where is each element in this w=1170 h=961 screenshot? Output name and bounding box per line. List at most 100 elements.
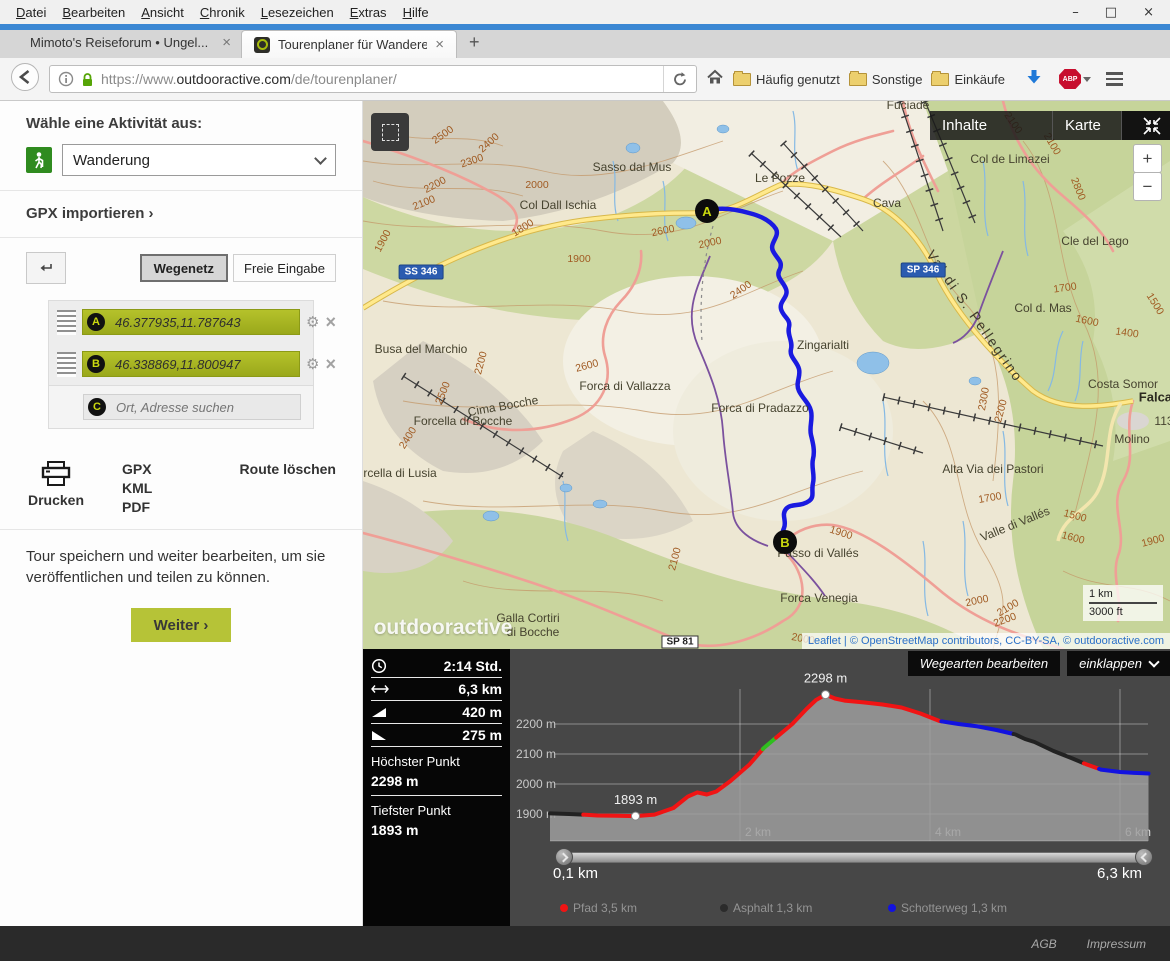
distance-arrow-icon [371,684,393,694]
browser-menu-button[interactable] [1106,72,1123,86]
print-label: Drucken [28,492,84,508]
descent-icon [371,728,393,742]
slider-min-label: 0,1 km [553,865,598,882]
map-marker-b[interactable]: B [773,530,797,554]
profile-range-slider[interactable] [560,852,1148,863]
stat-ascent: 420 m [371,701,502,724]
elevation-chart[interactable]: 2200 m2100 m2000 m1900 m2 km4 km6 km1893… [510,649,1170,926]
adblock-button[interactable]: ABP [1059,69,1091,89]
slider-handle-left[interactable] [555,848,573,866]
slider-max-label: 6,3 km [1097,865,1142,882]
collapse-map-button[interactable] [1122,111,1170,140]
bookmark-haeufig-genutzt[interactable]: Häufig genutzt [733,72,840,87]
folder-icon [931,73,949,86]
zoom-in-button[interactable]: + [1133,144,1162,173]
menu-datei[interactable]: Datei [8,2,54,23]
waypoint-a-field[interactable]: A [82,309,300,335]
gear-icon[interactable]: ⚙ [306,313,319,331]
remove-waypoint-icon[interactable]: × [325,315,336,329]
drag-handle-icon[interactable] [57,310,76,335]
page-content: Wähle eine Aktivität aus: Wanderung GPX … [0,101,1170,926]
agb-link[interactable]: AGB [1031,937,1056,951]
map-canvas[interactable] [363,101,1170,649]
bookmark-einkaeufe[interactable]: Einkäufe [931,72,1005,87]
legend-dot [720,904,728,912]
weiter-button[interactable]: Weiter › [131,608,231,642]
new-tab-button[interactable]: + [457,32,492,58]
select-area-button[interactable] [371,113,409,151]
karte-button[interactable]: Karte [1053,111,1122,140]
remove-waypoint-icon[interactable]: × [325,357,336,371]
waypoint-a-input[interactable] [113,314,295,331]
print-button[interactable]: Drucken [26,461,86,515]
waypoint-b-field[interactable]: B [82,351,300,377]
legend-dot [560,904,568,912]
printer-icon [41,461,71,487]
map[interactable]: FuciadeSasso dal MusCol Dall IschiaLe Po… [363,101,1170,649]
downloads-button[interactable] [1026,69,1042,90]
lowest-point-label: Tiefster Punkt [371,803,502,818]
undo-button[interactable] [26,252,66,284]
close-button[interactable]: × [1143,5,1154,20]
delete-route-link[interactable]: Route löschen [240,461,336,515]
window-controls: – □ × [1072,5,1170,20]
navigation-toolbar: https://www.outdooractive.com/de/tourenp… [0,58,1170,101]
freie-eingabe-button[interactable]: Freie Eingabe [233,254,336,282]
edit-waytypes-button[interactable]: Wegearten bearbeiten [908,651,1060,676]
impressum-link[interactable]: Impressum [1087,937,1146,951]
tab-tourenplaner[interactable]: Tourenplaner für Wandere... × [241,30,457,58]
zoom-out-button[interactable]: − [1133,172,1162,201]
pdf-export-link[interactable]: PDF [122,499,152,515]
drag-handle-icon[interactable] [57,352,76,377]
maximize-button[interactable]: □ [1105,5,1117,20]
menu-lesezeichen[interactable]: Lesezeichen [253,2,342,23]
tab-close-icon[interactable]: × [222,34,231,51]
gpx-import-link[interactable]: GPX importieren › [26,205,154,222]
tab-close-icon[interactable]: × [435,36,444,53]
inhalte-button[interactable]: Inhalte [930,111,1053,140]
wegenetz-button[interactable]: Wegenetz [140,254,228,282]
url-bar[interactable]: https://www.outdooractive.com/de/tourenp… [49,65,697,93]
page-info-icon[interactable] [58,71,74,87]
waypoint-b-badge: B [87,355,105,373]
collapse-profile-button[interactable]: einklappen [1067,651,1170,676]
menu-chronik[interactable]: Chronik [192,2,253,23]
chevron-down-icon [314,152,327,165]
kml-export-link[interactable]: KML [122,480,152,496]
tab-reiseforum[interactable]: Mimoto's Reiseforum • Ungel... × [20,34,241,58]
menu-extras[interactable]: Extras [342,2,395,23]
secure-lock-icon[interactable] [81,72,94,87]
waypoint-b-input[interactable] [113,356,295,373]
gear-icon[interactable]: ⚙ [306,355,319,373]
map-attribution[interactable]: Leaflet | © OpenStreetMap contributors, … [802,633,1170,649]
minimize-button[interactable]: – [1072,5,1079,20]
waypoint-c-field[interactable]: C [83,394,301,420]
menu-ansicht[interactable]: Ansicht [133,2,192,23]
activity-select-value: Wanderung [73,152,150,169]
activity-section: Wähle eine Aktivität aus: Wanderung [0,101,362,191]
elevation-profile-panel: 2:14 Std. 6,3 km 420 m 275 m Höchster [363,649,1170,926]
back-button[interactable] [10,62,40,97]
reload-button[interactable] [663,66,696,92]
collapse-arrows-icon [1143,117,1161,135]
outdooractive-favicon [254,37,270,53]
gpx-export-link[interactable]: GPX [122,461,152,477]
waypoint-row-b: B ⚙ × [49,343,313,385]
svg-text:2100 m: 2100 m [516,747,556,761]
waypoint-c-input[interactable] [114,399,296,416]
activity-select[interactable]: Wanderung [62,144,336,176]
legend-dot [888,904,896,912]
ascent-icon [371,705,393,719]
caret-down-icon [1083,77,1091,82]
url-text[interactable]: https://www.outdooractive.com/de/tourenp… [101,71,656,87]
map-marker-a[interactable]: A [695,199,719,223]
footer-bar: AGB Impressum [0,926,1170,961]
home-button[interactable] [706,69,724,90]
menu-bearbeiten[interactable]: Bearbeiten [54,2,133,23]
bookmark-sonstige[interactable]: Sonstige [849,72,923,87]
svg-text:2000 m: 2000 m [516,777,556,791]
tab-strip: Mimoto's Reiseforum • Ungel... × Tourenp… [0,24,1170,58]
menu-hilfe[interactable]: Hilfe [395,2,437,23]
slider-handle-right[interactable] [1135,848,1153,866]
adblock-icon: ABP [1059,69,1081,89]
